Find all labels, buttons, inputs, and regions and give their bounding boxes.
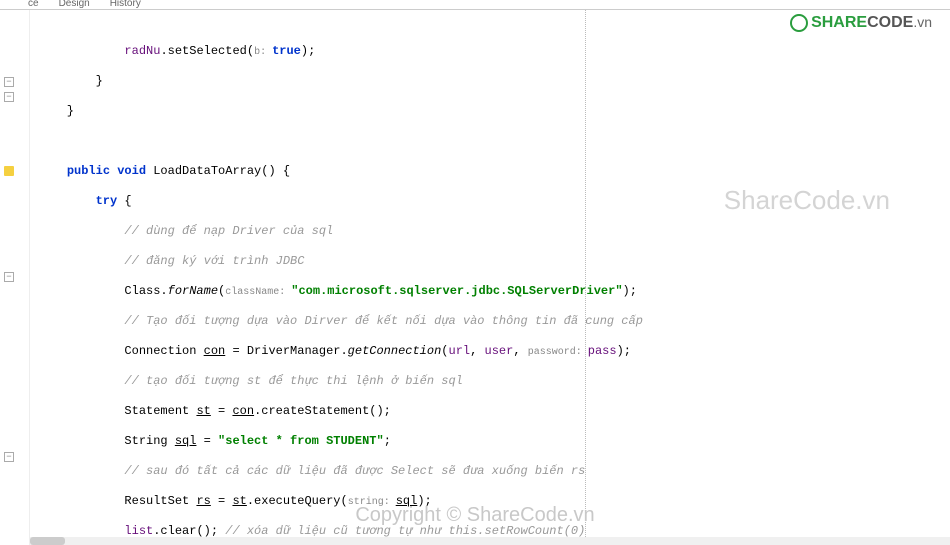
column-guide (585, 10, 586, 545)
editor-tabs: ce Design History (0, 0, 950, 10)
fold-icon[interactable]: − (4, 272, 14, 282)
scrollbar-thumb[interactable] (30, 537, 65, 545)
fold-icon[interactable]: − (4, 452, 14, 462)
sharecode-logo: SHARECODE.vn (790, 14, 932, 32)
tab-design[interactable]: Design (51, 0, 98, 9)
fold-icon[interactable]: − (4, 92, 14, 102)
horizontal-scrollbar[interactable] (30, 537, 950, 545)
tab-source[interactable]: ce (20, 0, 47, 9)
gutter[interactable]: − − − − (0, 10, 30, 545)
code-editor[interactable]: radNu.setSelected(b: true); } } public v… (30, 10, 950, 545)
tab-history[interactable]: History (102, 0, 149, 9)
logo-icon (790, 14, 808, 32)
fold-icon[interactable]: − (4, 77, 14, 87)
warning-icon[interactable] (4, 166, 14, 176)
editor-content: − − − − radNu.setSelected(b: true); } } … (0, 10, 950, 545)
